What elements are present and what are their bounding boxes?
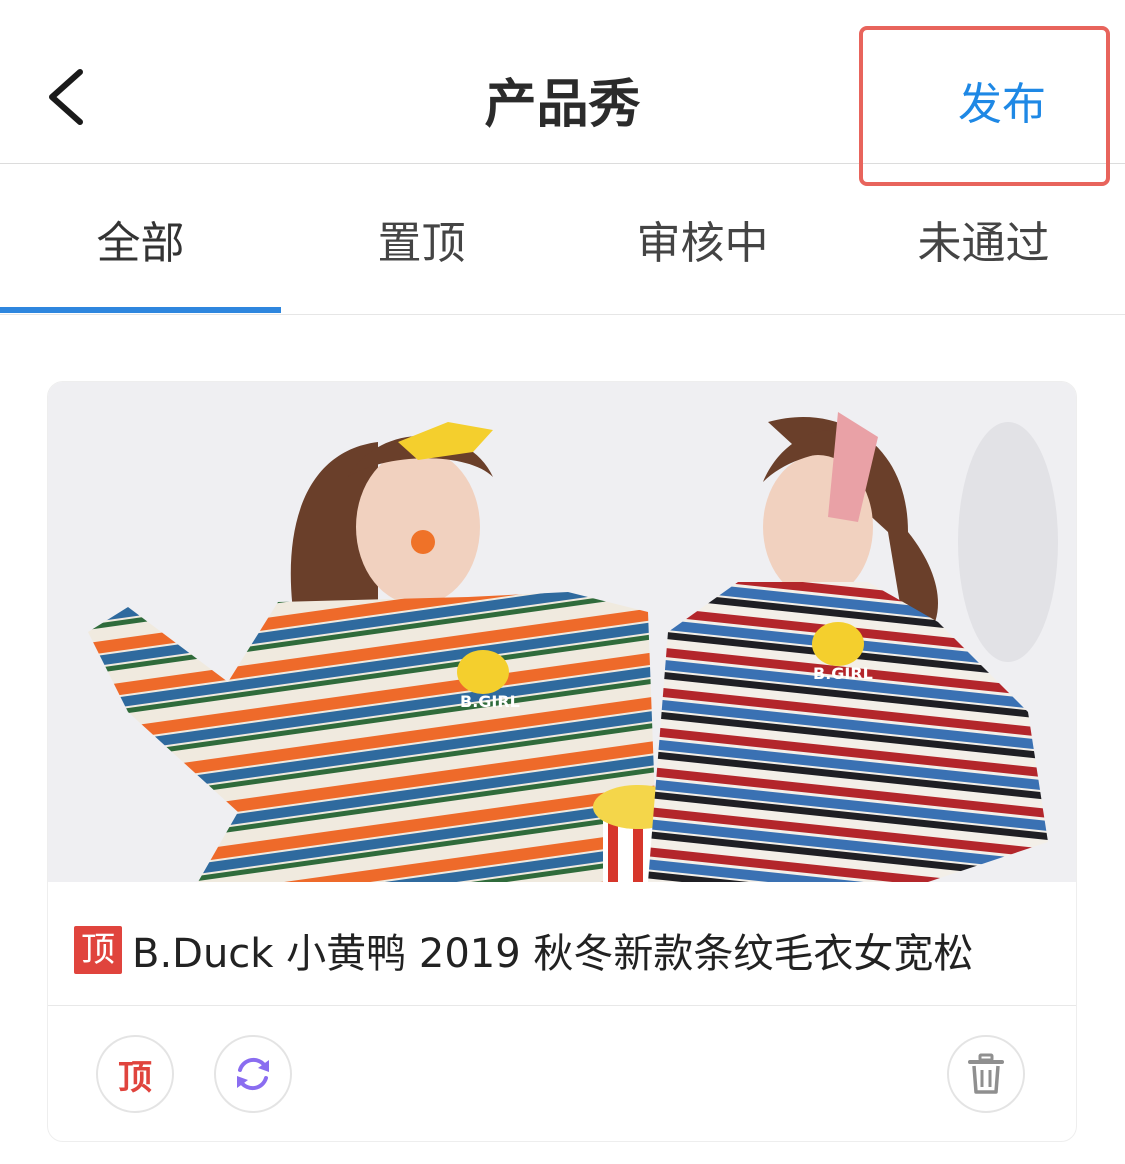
shirt-print-text-right: B.GIRL: [813, 664, 873, 683]
tab-bar: 全部 置顶 审核中 未通过: [0, 164, 1125, 315]
card-divider: [48, 1005, 1076, 1006]
chevron-left-icon: [49, 69, 83, 125]
tab-pinned[interactable]: 置顶: [281, 164, 562, 314]
active-tab-indicator: [0, 307, 281, 313]
product-photo: B.GIRL B.GIRL: [48, 382, 1076, 882]
tab-all[interactable]: 全部: [0, 164, 281, 314]
delete-button[interactable]: [947, 1035, 1025, 1113]
pinned-badge: 顶: [74, 926, 122, 974]
shirt-print-text-left: B.GIRL: [460, 692, 520, 711]
page-title: 产品秀: [484, 75, 641, 135]
trash-icon: [968, 1053, 1004, 1094]
tab-under-review[interactable]: 审核中: [562, 164, 843, 314]
nav-header: 产品秀 发布: [0, 0, 1125, 164]
product-title-row: 顶 B.Duck 小黄鸭 2019 秋冬新款条纹毛衣女宽松: [74, 922, 1064, 978]
product-title: B.Duck 小黄鸭 2019 秋冬新款条纹毛衣女宽松: [132, 931, 974, 977]
tab-rejected[interactable]: 未通过: [843, 164, 1124, 314]
pin-button[interactable]: 顶: [96, 1035, 174, 1113]
back-button[interactable]: [40, 62, 100, 132]
publish-button[interactable]: 发布: [958, 68, 1046, 132]
product-card[interactable]: B.GIRL B.GIRL 顶 B.Duck 小黄鸭 2019 秋冬新款条纹毛衣…: [47, 381, 1077, 1142]
refresh-button[interactable]: [214, 1035, 292, 1113]
product-photo-illustration: B.GIRL B.GIRL: [48, 382, 1076, 882]
refresh-icon: [237, 1057, 269, 1091]
pin-button-label: 顶: [118, 1057, 152, 1098]
